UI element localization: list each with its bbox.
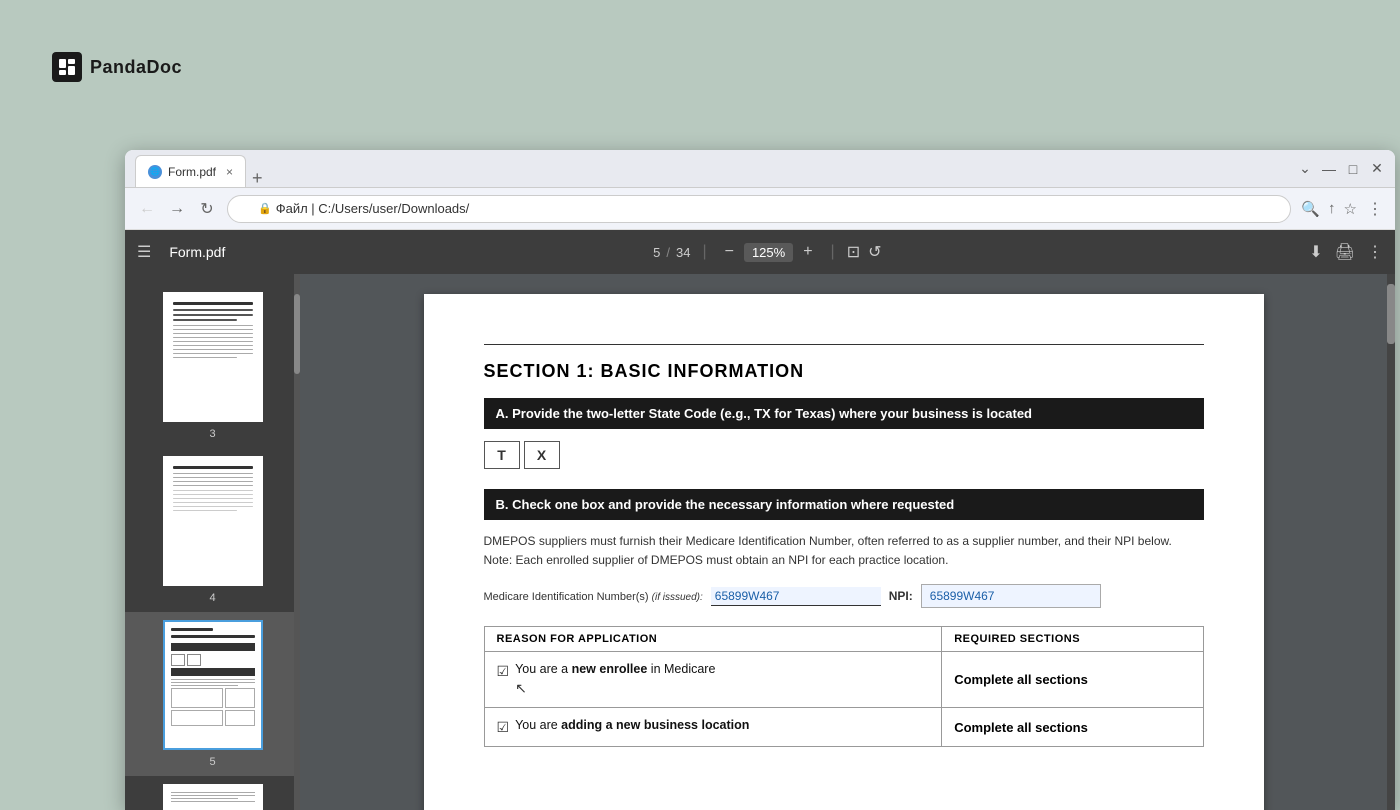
- zoom-out-button[interactable]: −: [719, 241, 740, 263]
- reason-text-2: You are adding a new business location: [515, 718, 749, 732]
- pdf-separator: [484, 344, 1204, 345]
- address-bar: ← → ↻ 🔒 Файл | C:/Users/user/Downloads/ …: [125, 188, 1395, 230]
- pdf-navigation-center: 5 / 34 | − 125% + | ⊡ ↺: [235, 241, 1299, 263]
- medicare-label: Medicare Identification Number(s) (if is…: [484, 591, 703, 603]
- section-a-header: A. Provide the two-letter State Code (e.…: [484, 398, 1204, 429]
- zoom-in-button[interactable]: +: [797, 241, 818, 263]
- active-tab[interactable]: 🌐 Form.pdf ×: [135, 155, 246, 187]
- pdf-toolbar: ☰ Form.pdf 5 / 34 | − 125% + | ⊡ ↺ ⬇ 🖨 ⋮: [125, 230, 1395, 274]
- sidebar-scrollbar-thumb: [294, 294, 300, 374]
- titlebar-controls: ⌄ — □ ✕: [1297, 160, 1385, 177]
- application-table: REASON FOR APPLICATION REQUIRED SECTIONS…: [484, 626, 1204, 747]
- browser-titlebar: 🌐 Form.pdf × + ⌄ — □ ✕: [125, 150, 1395, 188]
- thumbnail-page-5[interactable]: 5: [125, 612, 300, 776]
- pdf-page-divider: /: [666, 245, 670, 260]
- npi-label: NPI:: [889, 589, 913, 603]
- state-code-boxes: T X: [484, 441, 1204, 469]
- section-b-description: DMEPOS suppliers must furnish their Medi…: [484, 532, 1204, 570]
- reload-button[interactable]: ↻: [197, 199, 217, 219]
- tab-close-button[interactable]: ×: [226, 165, 233, 179]
- required-text-1: Complete all sections: [954, 672, 1088, 687]
- thumbnail-image-4: [163, 456, 263, 586]
- pdf-current-page: 5: [653, 245, 660, 260]
- new-tab-button[interactable]: +: [246, 169, 269, 187]
- thumbnail-num-4: 4: [209, 592, 215, 604]
- thumbnail-sidebar: 3: [125, 274, 300, 810]
- tab-area: 🌐 Form.pdf × +: [135, 150, 1289, 187]
- reason-text-1: You are a new enrollee in Medicare: [515, 662, 715, 676]
- required-text-2: Complete all sections: [954, 720, 1088, 735]
- medicare-input[interactable]: 65899W467: [711, 587, 881, 606]
- print-icon[interactable]: 🖨: [1335, 242, 1355, 262]
- thumbnail-image-6: [163, 784, 263, 810]
- reason-cell-1: ☑ You are a new enrollee in Medicare ↖: [484, 652, 942, 708]
- zoom-level: 125%: [744, 243, 793, 262]
- tab-title: Form.pdf: [168, 165, 216, 179]
- thumbnail-num-3: 3: [209, 428, 215, 440]
- pandadoc-icon: [52, 52, 82, 82]
- pdf-zoom-divider: |: [831, 243, 835, 261]
- pandadoc-wordmark: PandaDoc: [90, 57, 182, 78]
- download-icon[interactable]: ⬇: [1309, 242, 1322, 262]
- bookmark-icon[interactable]: ☆: [1344, 200, 1357, 218]
- pdf-page-divider-line: |: [702, 243, 706, 261]
- close-button[interactable]: ✕: [1369, 160, 1385, 177]
- thumbnail-image-3: [163, 292, 263, 422]
- pdf-total-pages: 34: [676, 245, 690, 260]
- section-1-title: SECTION 1: BASIC INFORMATION: [484, 361, 1204, 382]
- forward-button[interactable]: →: [167, 200, 187, 218]
- lock-icon: 🔒: [258, 202, 272, 215]
- browser-menu-button[interactable]: ⋮: [1367, 199, 1383, 219]
- back-button[interactable]: ←: [137, 200, 157, 218]
- npi-input[interactable]: 65899W467: [921, 584, 1101, 608]
- cursor-arrow-1: ↖: [515, 680, 527, 697]
- zoom-icon[interactable]: 🔍: [1301, 200, 1320, 218]
- pdf-content-area: 3: [125, 274, 1395, 810]
- state-code-box-x[interactable]: X: [524, 441, 560, 469]
- pdf-main-view[interactable]: SECTION 1: BASIC INFORMATION A. Provide …: [300, 274, 1387, 810]
- pdf-scrollbar-thumb: [1387, 284, 1395, 344]
- pdf-zoom-control: − 125% +: [719, 241, 819, 263]
- address-actions: 🔍 ↑ ☆: [1301, 200, 1357, 218]
- minimize-button[interactable]: —: [1321, 161, 1337, 177]
- thumbnail-image-5: [163, 620, 263, 750]
- pdf-page-info: 5 / 34: [653, 245, 690, 260]
- section-b-header: B. Check one box and provide the necessa…: [484, 489, 1204, 520]
- share-icon[interactable]: ↑: [1328, 200, 1336, 217]
- checkbox-checked-2[interactable]: ☑: [497, 719, 510, 736]
- more-options-icon[interactable]: ⋮: [1367, 242, 1383, 262]
- table-row-1: ☑ You are a new enrollee in Medicare ↖: [484, 652, 1203, 708]
- rotate-icon[interactable]: ↺: [868, 242, 881, 262]
- thumbnail-num-5: 5: [209, 756, 215, 768]
- required-cell-1: Complete all sections: [942, 652, 1203, 708]
- maximize-button[interactable]: □: [1345, 161, 1361, 177]
- pdf-scrollbar[interactable]: [1387, 274, 1395, 810]
- thumbnail-page-3[interactable]: 3: [125, 284, 300, 448]
- address-input[interactable]: 🔒 Файл | C:/Users/user/Downloads/: [227, 195, 1291, 223]
- fit-page-icon[interactable]: ⊡: [847, 242, 860, 262]
- browser-window: 🌐 Form.pdf × + ⌄ — □ ✕ ← → ↻ 🔒 Файл | C:…: [125, 150, 1395, 810]
- tab-favicon: 🌐: [148, 165, 162, 179]
- sidebar-scrollbar[interactable]: [294, 274, 300, 810]
- col-reason-header: REASON FOR APPLICATION: [484, 627, 942, 652]
- checkbox-checked-1[interactable]: ☑: [497, 663, 510, 680]
- address-text: Файл | C:/Users/user/Downloads/: [276, 201, 470, 216]
- col-required-header: REQUIRED SECTIONS: [942, 627, 1203, 652]
- pdf-page: SECTION 1: BASIC INFORMATION A. Provide …: [424, 294, 1264, 810]
- state-code-box-t[interactable]: T: [484, 441, 520, 469]
- medicare-field-row: Medicare Identification Number(s) (if is…: [484, 584, 1204, 608]
- pdf-menu-icon[interactable]: ☰: [137, 242, 151, 262]
- thumbnail-page-4[interactable]: 4: [125, 448, 300, 612]
- pdf-toolbar-right: ⬇ 🖨 ⋮: [1309, 242, 1383, 262]
- check-cell-1: ☑ You are a new enrollee in Medicare ↖: [497, 662, 930, 697]
- reason-cell-2: ☑ You are adding a new business location: [484, 708, 942, 747]
- pdf-filename: Form.pdf: [169, 244, 225, 260]
- table-row-2: ☑ You are adding a new business location…: [484, 708, 1203, 747]
- check-cell-2: ☑ You are adding a new business location: [497, 718, 930, 736]
- required-cell-2: Complete all sections: [942, 708, 1203, 747]
- thumbnail-page-6[interactable]: 6: [125, 776, 300, 810]
- pandadoc-logo: PandaDoc: [52, 52, 182, 82]
- chevron-down-icon[interactable]: ⌄: [1297, 160, 1313, 177]
